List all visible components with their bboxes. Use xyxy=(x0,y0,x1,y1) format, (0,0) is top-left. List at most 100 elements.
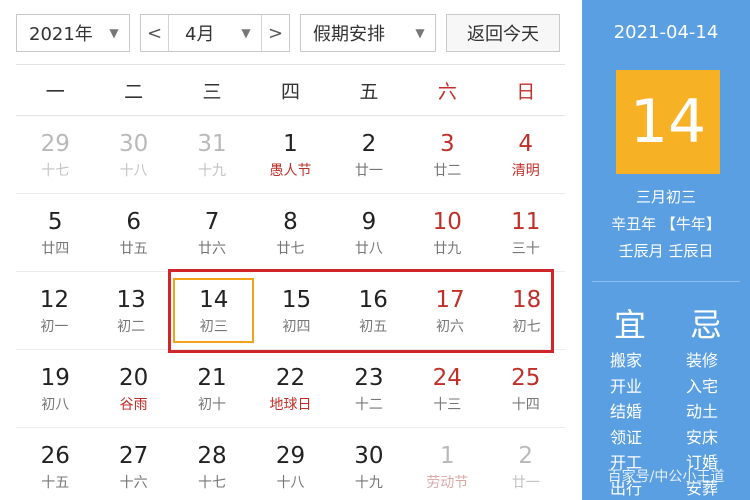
day-number: 18 xyxy=(512,286,542,313)
day-cell[interactable]: 20 谷雨 xyxy=(94,350,172,427)
day-number: 2 xyxy=(518,442,534,469)
day-cell[interactable]: 6 廿五 xyxy=(94,194,172,271)
month-navigator: < 4月 ▼ > xyxy=(140,14,290,52)
yi-item: 领证 xyxy=(610,427,643,447)
day-cell[interactable]: 12 初一 xyxy=(16,272,93,349)
yi-item: 结婚 xyxy=(610,402,643,422)
day-number: 6 xyxy=(126,208,141,235)
day-number: 9 xyxy=(361,208,377,235)
weekday-sun: 日 xyxy=(516,80,536,103)
day-cell[interactable]: 7 廿六 xyxy=(173,194,251,271)
prev-month-button[interactable]: < xyxy=(141,15,169,51)
day-cell[interactable]: 8 廿七 xyxy=(251,194,329,271)
day-cell[interactable]: 19 初八 xyxy=(16,350,94,427)
lunar-label: 十六 xyxy=(119,474,148,491)
day-cell[interactable]: 11 三十 xyxy=(487,194,565,271)
lunar-date: 三月初三 xyxy=(635,188,696,206)
day-cell[interactable]: 5 廿四 xyxy=(16,194,94,271)
lunar-label: 廿一 xyxy=(511,474,540,491)
day-number: 28 xyxy=(197,442,227,469)
weekday-fri: 五 xyxy=(359,80,379,103)
ganzhi-year: 辛丑年 【牛年】 xyxy=(611,215,721,233)
day-number: 15 xyxy=(281,286,312,313)
weekday-tue: 二 xyxy=(124,80,144,103)
day-number: 17 xyxy=(435,286,465,313)
lunar-label: 十七 xyxy=(41,162,70,179)
yi-title: 宜 xyxy=(614,306,647,344)
day-cell[interactable]: 24 十三 xyxy=(408,350,486,427)
day-cell[interactable]: 30 十九 xyxy=(330,428,408,500)
ji-item: 安床 xyxy=(686,427,719,447)
lunar-label: 十四 xyxy=(511,396,540,413)
calendar-app: 2021年 ▼ < 4月 ▼ > 假期安排 ▼ 返回今天 一 二 三 四 五 六… xyxy=(0,0,750,500)
lunar-label: 初二 xyxy=(117,318,146,335)
day-cell[interactable]: 4 清明 xyxy=(487,116,565,193)
day-cell[interactable]: 25 十四 xyxy=(487,350,565,427)
day-cell[interactable]: 9 廿八 xyxy=(330,194,408,271)
day-number: 26 xyxy=(40,442,70,469)
holiday-select[interactable]: 假期安排 ▼ xyxy=(300,14,436,52)
festival-label: 谷雨 xyxy=(119,396,148,413)
lunar-label: 廿四 xyxy=(41,240,70,257)
weekday-wed: 三 xyxy=(202,80,222,103)
day-cell[interactable]: 1 劳动节 xyxy=(408,428,486,500)
yi-item: 搬家 xyxy=(610,351,643,370)
day-cell[interactable]: 22 地球日 xyxy=(251,350,329,427)
day-cell[interactable]: 2 廿一 xyxy=(487,428,565,500)
day-cell[interactable]: 30 十八 xyxy=(94,116,172,193)
day-cell[interactable]: 27 十六 xyxy=(94,428,172,500)
day-number: 14 xyxy=(199,286,229,313)
day-cell[interactable]: 29 十八 xyxy=(251,428,329,500)
day-cell[interactable]: 2 廿一 xyxy=(330,116,408,193)
day-number: 13 xyxy=(116,286,146,313)
ganzhi-month-day: 壬辰月 壬辰日 xyxy=(618,242,714,260)
day-cell[interactable]: 23 十二 xyxy=(330,350,408,427)
day-number: 10 xyxy=(432,208,462,235)
day-cell[interactable]: 29 十七 xyxy=(16,116,94,193)
lunar-label: 十八 xyxy=(119,162,148,179)
day-cell[interactable]: 17 初六 xyxy=(412,272,489,349)
lunar-label: 十九 xyxy=(354,474,383,491)
next-month-button[interactable]: > xyxy=(261,15,289,51)
lunar-label: 初三 xyxy=(199,318,228,335)
lunar-label: 初七 xyxy=(512,318,541,335)
week-row: 12 初一 13 初二 14 初三 15 初四 16 初五 17 初六 18 初七 xyxy=(16,272,565,350)
day-number: 7 xyxy=(204,208,220,235)
day-number: 1 xyxy=(440,442,455,469)
day-number: 3 xyxy=(440,130,455,157)
calendar-grid: 一 二 三 四 五 六 日 29 十七 30 十八 31 十九 1 愚人节 2 廿一 3廿… xyxy=(16,64,565,500)
back-to-today-button[interactable]: 返回今天 xyxy=(446,14,560,52)
day-cell[interactable]: 28 十七 xyxy=(173,428,251,500)
day-cell-selected[interactable]: 14 初三 xyxy=(173,278,255,343)
weekday-mon: 一 xyxy=(45,80,65,103)
year-select[interactable]: 2021年 ▼ xyxy=(16,14,130,52)
ji-item: 入宅 xyxy=(686,376,719,396)
day-detail-panel: 2021-04-14 14 三月初三 辛丑年 【牛年】 壬辰月 壬辰日 宜 忌 … xyxy=(582,0,750,500)
day-cell[interactable]: 13 初二 xyxy=(93,272,170,349)
day-cell[interactable]: 21 初十 xyxy=(173,350,251,427)
day-number: 5 xyxy=(47,208,63,235)
holiday-select-label: 假期安排 xyxy=(313,24,385,45)
day-number: 31 xyxy=(197,130,227,157)
day-cell[interactable]: 16 初五 xyxy=(335,272,412,349)
day-cell[interactable]: 18 初七 xyxy=(488,272,565,349)
day-cell[interactable]: 15 初四 xyxy=(258,272,335,349)
day-number: 16 xyxy=(358,286,388,313)
month-select[interactable]: 4月 ▼ xyxy=(169,15,261,51)
day-cell[interactable]: 26 十五 xyxy=(16,428,94,500)
lunar-label: 廿一 xyxy=(354,162,383,179)
day-number: 30 xyxy=(118,130,149,157)
ji-item: 动土 xyxy=(686,402,719,422)
day-cell[interactable]: 1 愚人节 xyxy=(251,116,329,193)
weekday-header: 一 二 三 四 五 六 日 xyxy=(16,64,565,116)
week-row: 29 十七 30 十八 31 十九 1 愚人节 2 廿一 3 廿二 4 清明 xyxy=(16,116,565,194)
lunar-label: 三十 xyxy=(511,240,540,257)
lunar-label: 廿二 xyxy=(433,162,462,179)
day-cell[interactable]: 31 十九 xyxy=(173,116,251,193)
day-number: 27 xyxy=(118,442,149,469)
lunar-label: 十八 xyxy=(276,474,305,491)
day-cell[interactable]: 3 廿二 xyxy=(408,116,486,193)
day-cell[interactable]: 10 廿九 xyxy=(408,194,486,271)
lunar-label: 初八 xyxy=(41,396,70,413)
day-number: 21 xyxy=(197,364,227,391)
